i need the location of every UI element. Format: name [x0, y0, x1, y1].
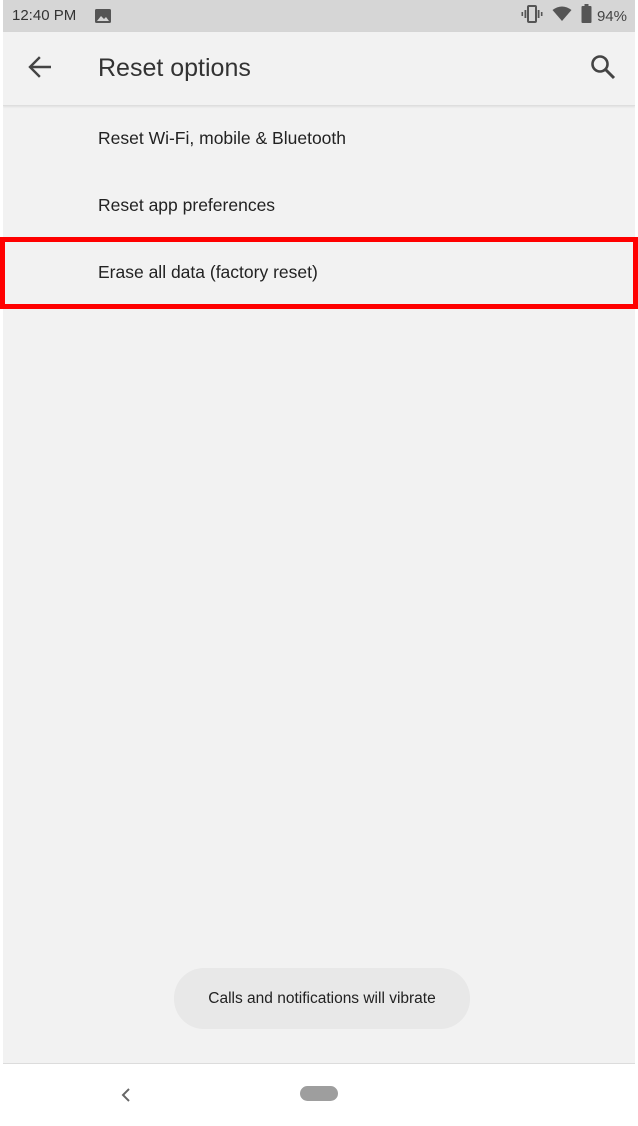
- image-icon: [95, 9, 111, 23]
- arrow-left-icon: [27, 55, 53, 83]
- nav-back-button[interactable]: [111, 1082, 141, 1112]
- toast-message: Calls and notifications will vibrate: [208, 989, 436, 1007]
- toast-notification: Calls and notifications will vibrate: [174, 968, 470, 1029]
- chevron-left-icon: [120, 1087, 132, 1108]
- reset-network-item[interactable]: Reset Wi-Fi, mobile & Bluetooth: [3, 106, 635, 173]
- status-icons: 94%: [521, 4, 627, 28]
- home-pill-icon[interactable]: [300, 1086, 338, 1101]
- reset-app-preferences-item[interactable]: Reset app preferences: [3, 173, 635, 240]
- factory-reset-item[interactable]: Erase all data (factory reset): [3, 240, 635, 307]
- settings-screen: 12:40 PM 94% Reset options Reset Wi-Fi, …: [3, 0, 635, 1063]
- reset-options-list: Reset Wi-Fi, mobile & Bluetooth Reset ap…: [3, 106, 635, 307]
- navigation-bar: [3, 1063, 635, 1126]
- list-item-label: Reset app preferences: [98, 195, 276, 215]
- vibrate-icon: [521, 4, 543, 28]
- status-time: 12:40 PM: [12, 7, 77, 24]
- list-item-label: Erase all data (factory reset): [98, 262, 318, 282]
- app-bar: Reset options: [3, 32, 635, 106]
- page-title: Reset options: [98, 54, 251, 82]
- battery-percent: 94%: [596, 7, 627, 25]
- list-item-label: Reset Wi-Fi, mobile & Bluetooth: [98, 128, 347, 148]
- battery-icon: [581, 4, 592, 28]
- wifi-icon: [552, 6, 572, 27]
- status-bar: 12:40 PM 94%: [3, 0, 635, 32]
- back-button[interactable]: [20, 49, 60, 89]
- search-icon: [590, 54, 616, 85]
- search-button[interactable]: [583, 49, 623, 89]
